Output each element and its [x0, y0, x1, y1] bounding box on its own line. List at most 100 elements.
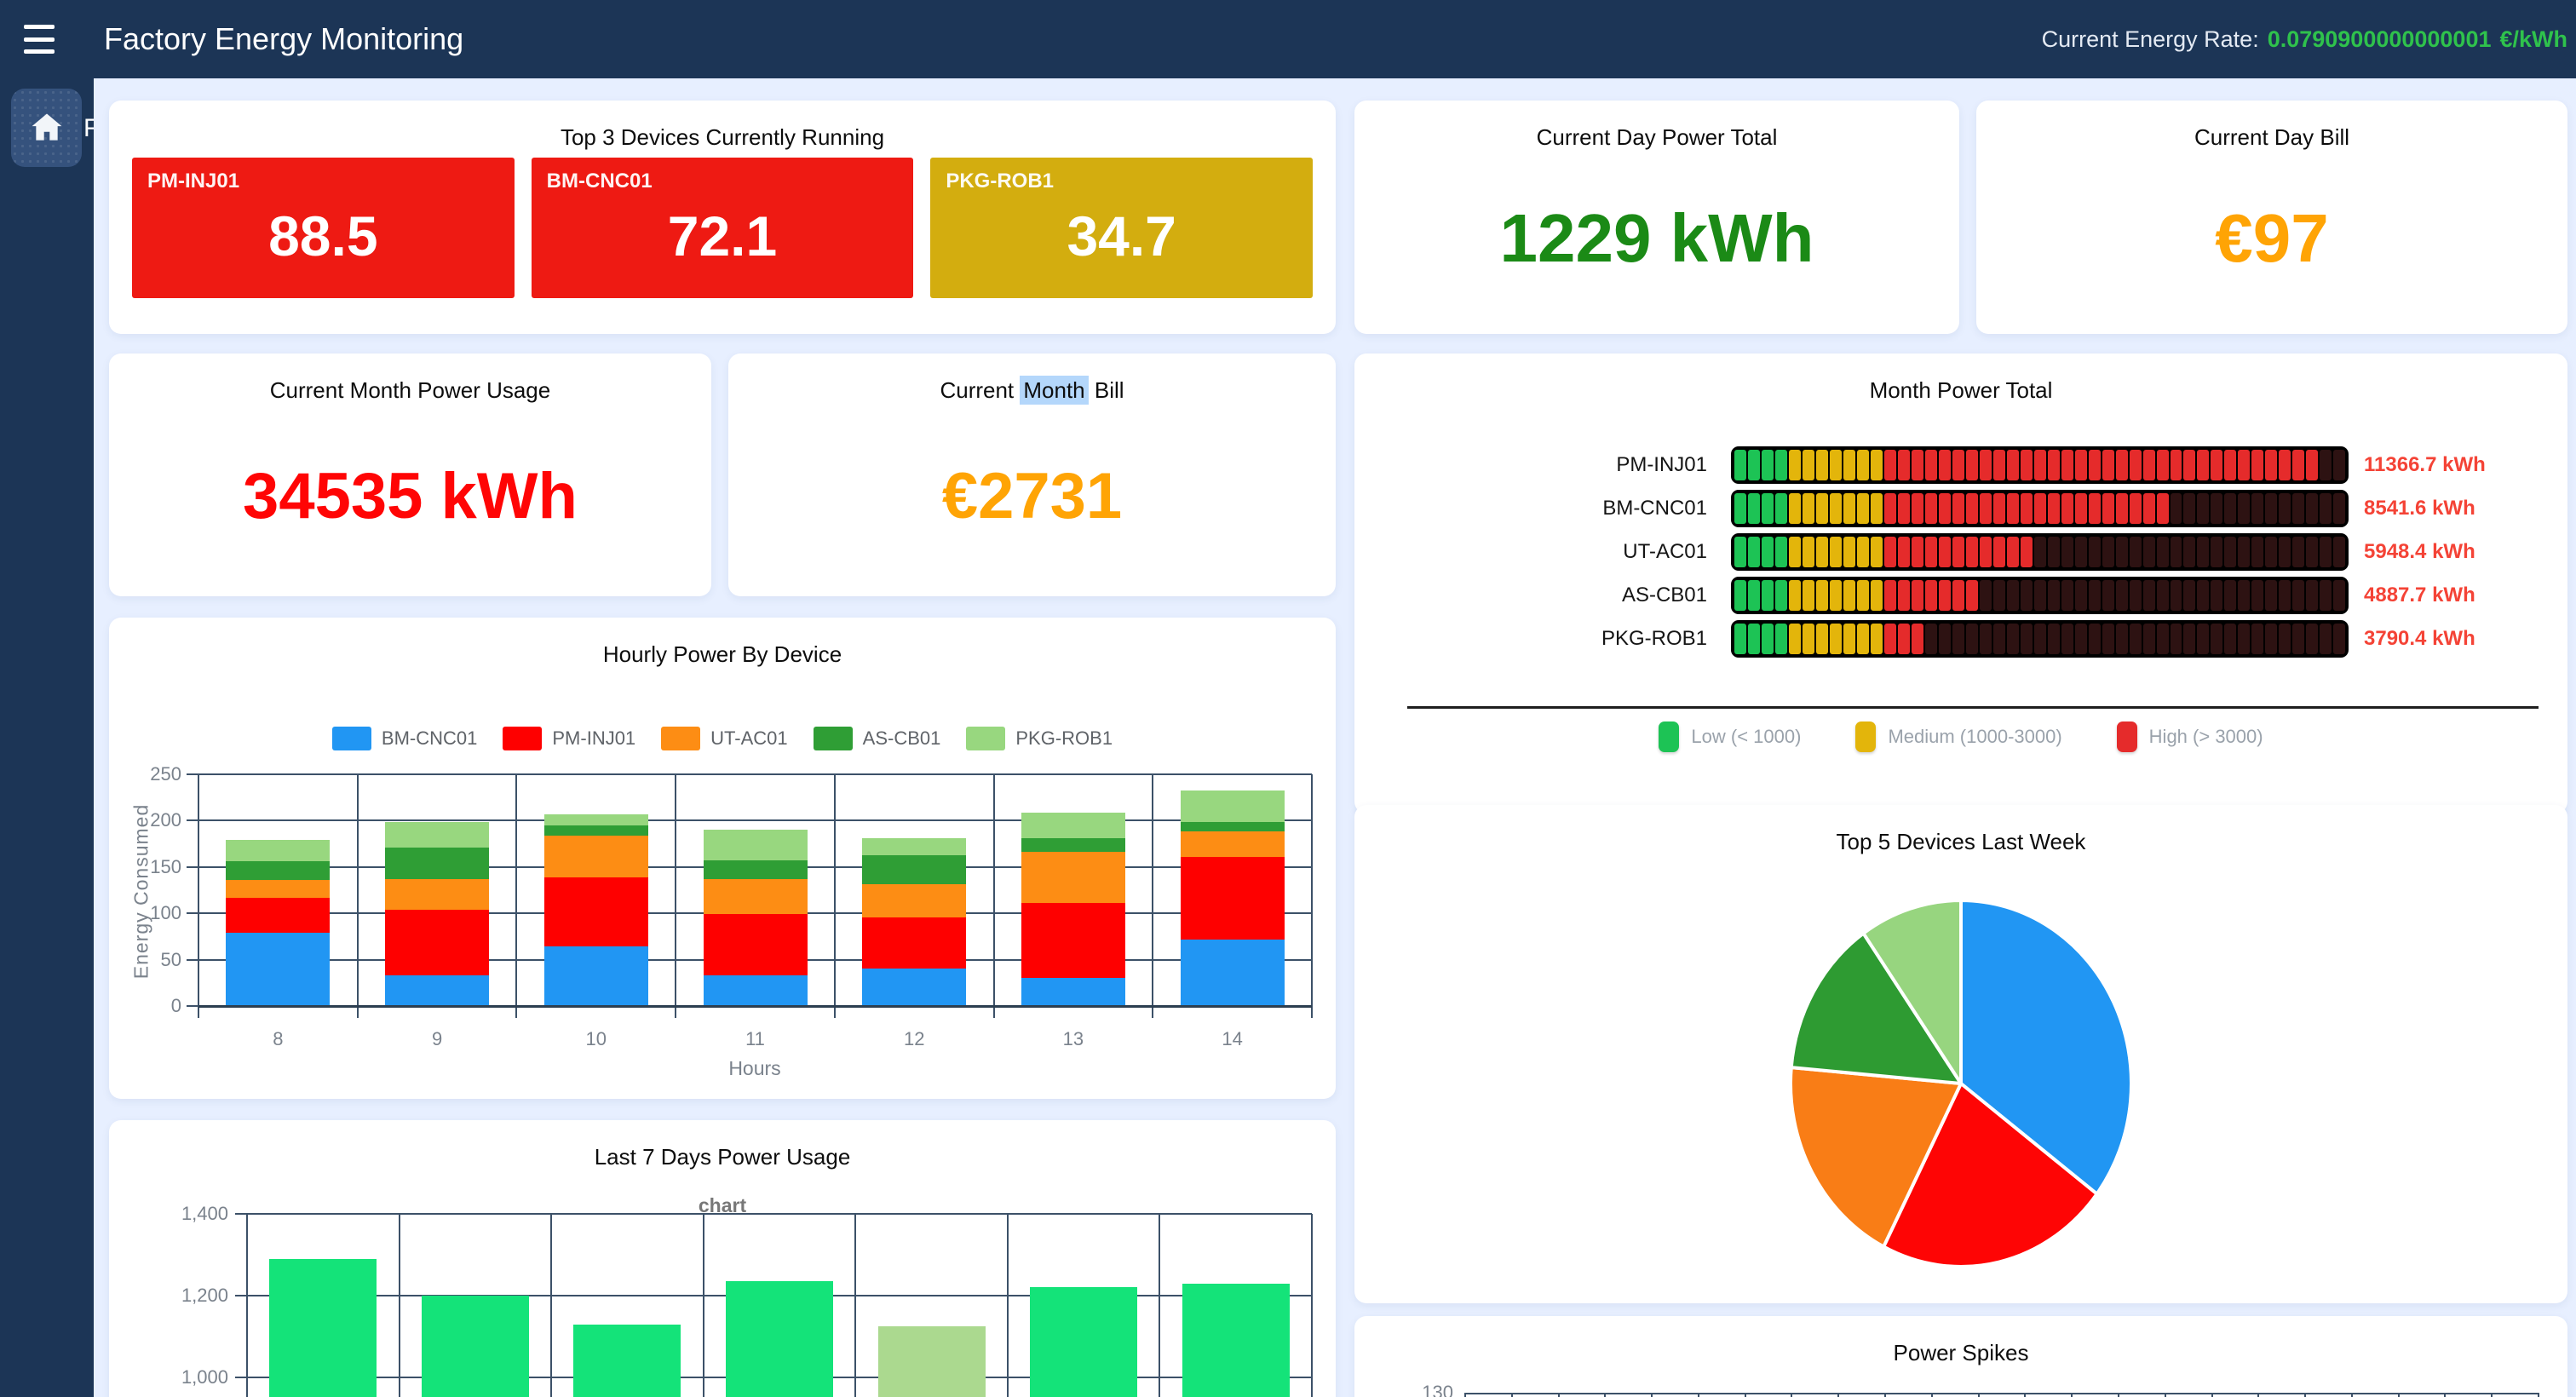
- x-tick: [675, 1006, 676, 1018]
- gauge-segment: [2292, 580, 2304, 611]
- card-month-power-total: Month Power Total PM-INJ0111366.7 kWhBM-…: [1354, 354, 2567, 813]
- sidebar-clipped-label: F: [83, 114, 94, 143]
- gauge-segment: [2183, 537, 2195, 567]
- gauge-segment: [1857, 537, 1869, 567]
- h-gridline: [198, 819, 1312, 821]
- gauge-segment: [1980, 624, 1992, 654]
- v-gridline: [515, 774, 517, 1006]
- gauge-segment: [2048, 450, 2060, 480]
- gauge-segment: [2183, 450, 2195, 480]
- card-hourly-power: Hourly Power By Device BM-CNC01PM-INJ01U…: [109, 618, 1336, 1099]
- gauge-segment: [2320, 493, 2332, 524]
- gauge-segment: [2251, 624, 2263, 654]
- gauge-segment: [2116, 537, 2128, 567]
- gauge-value: 5948.4 kWh: [2364, 540, 2475, 564]
- spikes-plot: [1465, 1316, 2539, 1397]
- gauge-segment: [1925, 580, 1937, 611]
- gauge-segment: [1939, 537, 1951, 567]
- gauge-segment: [2265, 450, 2277, 480]
- bar-segment-BM-CNC01: [385, 975, 489, 1006]
- y-tick: [187, 819, 198, 821]
- bar-plot: 1,4001,2001,000: [247, 1214, 1312, 1397]
- gauge-segment: [1775, 624, 1787, 654]
- bar-segment-PKG-ROB1: [226, 840, 330, 861]
- v-gridline: [1152, 774, 1153, 1006]
- chart-title: Hourly Power By Device: [109, 618, 1336, 668]
- gauge-segment: [1775, 537, 1787, 567]
- gauge-legend: Low (< 1000)Medium (1000-3000)High (> 30…: [1354, 721, 2567, 752]
- gauge-segment: [2143, 450, 2155, 480]
- day-bar: [726, 1281, 833, 1397]
- gauge-segment: [1884, 493, 1896, 524]
- gauge-segment: [1993, 624, 2005, 654]
- gauge-segment: [2089, 580, 2101, 611]
- gauge-segment: [2224, 450, 2236, 480]
- gauge-segment: [2251, 537, 2263, 567]
- day-bar: [1182, 1284, 1290, 1397]
- bar-segment-PKG-ROB1: [1021, 813, 1125, 838]
- bar-segment-PM-INJ01: [862, 917, 966, 969]
- gauge-segment: [1939, 493, 1951, 524]
- legend-label: Medium (1000-3000): [1888, 726, 2061, 748]
- gauge-segment: [2333, 450, 2345, 480]
- device-gauges: PM-INJ0111366.7 kWhBM-CNC018541.6 kWhUT-…: [1354, 446, 2567, 663]
- gauge-segment: [2061, 580, 2073, 611]
- gauge-segment: [2089, 450, 2101, 480]
- x-tick: [357, 1006, 359, 1018]
- gauge-segment: [1966, 624, 1978, 654]
- energy-rate-label: Current Energy Rate:: [2042, 26, 2259, 53]
- y-axis-title: Energy Consumed: [130, 764, 153, 1020]
- gauge-segment: [1803, 537, 1814, 567]
- legend-item: UT-AC01: [661, 727, 787, 750]
- home-button[interactable]: [11, 89, 82, 167]
- gauge-segment: [1789, 450, 1801, 480]
- gauge-segment: [2130, 537, 2142, 567]
- x-tick: [2351, 1393, 2353, 1397]
- gauge-segment: [2183, 493, 2195, 524]
- gauge-segment: [1952, 624, 1964, 654]
- gauge-segment: [2333, 580, 2345, 611]
- gauge-segment: [2211, 580, 2222, 611]
- gauge-segment: [1803, 450, 1814, 480]
- gauge-segment: [2238, 580, 2250, 611]
- gauge-segment: [1884, 580, 1896, 611]
- gauge-segment: [1816, 537, 1828, 567]
- y-tick-label: 1,200: [169, 1285, 228, 1307]
- gauge-segment: [2157, 580, 2169, 611]
- gauge-row: PM-INJ0111366.7 kWh: [1354, 446, 2567, 485]
- chart-legend: BM-CNC01PM-INJ01UT-AC01AS-CB01PKG-ROB1: [109, 727, 1336, 750]
- gauge-segment: [1884, 624, 1896, 654]
- gauge-segment: [1762, 450, 1774, 480]
- gauge-segment: [1775, 580, 1787, 611]
- gauge-segment: [2157, 537, 2169, 567]
- bar-segment-AS-CB01: [704, 860, 808, 879]
- gauge-segment: [2130, 580, 2142, 611]
- gauge-segment: [2171, 493, 2182, 524]
- v-gridline: [854, 1214, 856, 1397]
- gauge-value: 3790.4 kWh: [2364, 627, 2475, 651]
- x-tick: [1698, 1393, 1699, 1397]
- gauge-segment: [2211, 537, 2222, 567]
- y-tick: [235, 1295, 247, 1296]
- card-power-spikes: Power Spikes 130: [1354, 1316, 2567, 1397]
- device-tile-value: 34.7: [946, 185, 1297, 286]
- gauge-segment: [2306, 537, 2318, 567]
- bar-segment-AS-CB01: [1181, 822, 1285, 832]
- gauge-segment: [1980, 580, 1992, 611]
- gauge-segment: [2197, 493, 2209, 524]
- gauge-segment: [2224, 624, 2236, 654]
- bar-segment-AS-CB01: [544, 825, 648, 836]
- x-tick: [1152, 1006, 1153, 1018]
- bar-segment-UT-AC01: [1021, 852, 1125, 903]
- legend-label: PKG-ROB1: [1015, 727, 1113, 750]
- gauge-segment: [1830, 624, 1842, 654]
- gauge-row: AS-CB014887.7 kWh: [1354, 576, 2567, 615]
- gauge-segment: [1939, 580, 1951, 611]
- energy-rate-value: 0.0790900000000001: [2268, 26, 2492, 53]
- hamburger-menu-icon[interactable]: [24, 25, 58, 54]
- x-tick: [1978, 1393, 1980, 1397]
- gauge-segment: [2089, 537, 2101, 567]
- gauge-segment: [1734, 580, 1746, 611]
- legend-item: Medium (1000-3000): [1855, 721, 2061, 752]
- x-tick: [2304, 1393, 2306, 1397]
